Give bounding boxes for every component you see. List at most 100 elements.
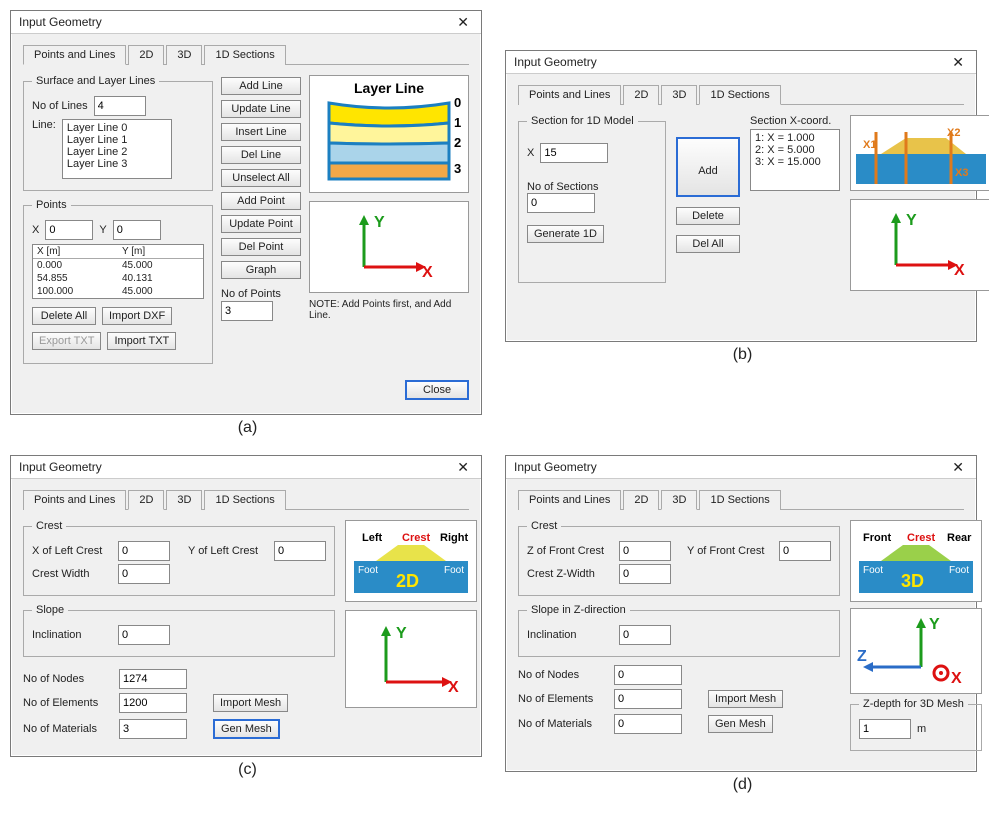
- no-of-points-input[interactable]: [221, 301, 273, 321]
- z-front-crest-label: Z of Front Crest: [527, 545, 613, 557]
- svg-text:Layer Line: Layer Line: [354, 80, 424, 96]
- gen-mesh-button[interactable]: Gen Mesh: [708, 715, 773, 733]
- gen-mesh-button[interactable]: Gen Mesh: [213, 719, 280, 739]
- svg-text:3D: 3D: [901, 571, 924, 591]
- section-illustration: X1 X2 X3: [850, 115, 989, 191]
- tab-1d-sections[interactable]: 1D Sections: [204, 490, 285, 510]
- y-front-crest-input[interactable]: [779, 541, 831, 561]
- nodes-input[interactable]: [614, 665, 682, 685]
- y-input[interactable]: [113, 220, 161, 240]
- section-1d-group: Section for 1D Model X No of Sections Ge…: [518, 115, 666, 283]
- line-label: Line:: [32, 119, 56, 131]
- svg-text:X: X: [954, 262, 965, 279]
- list-item[interactable]: Layer Line 0: [67, 122, 167, 134]
- close-button[interactable]: Close: [405, 380, 469, 400]
- tab-2d[interactable]: 2D: [128, 45, 164, 65]
- close-icon[interactable]: ✕: [453, 460, 473, 474]
- section-x-input[interactable]: [540, 143, 608, 163]
- import-txt-button[interactable]: Import TXT: [107, 332, 176, 350]
- no-of-lines-input[interactable]: [94, 96, 146, 116]
- elements-input[interactable]: [119, 693, 187, 713]
- graph-button[interactable]: Graph: [221, 261, 301, 279]
- zdepth-legend: Z-depth for 3D Mesh: [859, 698, 968, 710]
- titlebar: Input Geometry ✕: [11, 456, 481, 479]
- svg-text:X: X: [422, 264, 433, 281]
- z-front-crest-input[interactable]: [619, 541, 671, 561]
- svg-text:Right: Right: [440, 532, 468, 544]
- tab-1d-sections[interactable]: 1D Sections: [699, 85, 780, 105]
- tab-1d-sections[interactable]: 1D Sections: [204, 45, 285, 65]
- x-label: X: [527, 147, 534, 159]
- crest-zwidth-input[interactable]: [619, 564, 671, 584]
- update-line-button[interactable]: Update Line: [221, 100, 301, 118]
- close-icon[interactable]: ✕: [453, 15, 473, 29]
- svg-text:Foot: Foot: [949, 565, 969, 576]
- x-input[interactable]: [45, 220, 93, 240]
- tab-points-lines[interactable]: Points and Lines: [518, 85, 621, 105]
- svg-text:X3: X3: [955, 167, 968, 179]
- points-table[interactable]: X [m] Y [m] 0.00045.000 54.85540.131 100…: [32, 244, 204, 299]
- import-mesh-button[interactable]: Import Mesh: [213, 694, 288, 712]
- no-of-points-label: No of Points: [221, 288, 301, 300]
- delall-section-button[interactable]: Del All: [676, 235, 740, 253]
- export-txt-button[interactable]: Export TXT: [32, 332, 101, 350]
- tab-3d[interactable]: 3D: [166, 490, 202, 510]
- tab-points-lines[interactable]: Points and Lines: [23, 490, 126, 510]
- add-section-button[interactable]: Add: [676, 137, 740, 197]
- delete-all-button[interactable]: Delete All: [32, 307, 96, 325]
- close-icon[interactable]: ✕: [948, 55, 968, 69]
- note-text: NOTE: Add Points first, and Add Line.: [309, 299, 469, 321]
- inclination-input[interactable]: [118, 625, 170, 645]
- tab-2d[interactable]: 2D: [128, 490, 164, 510]
- tab-2d[interactable]: 2D: [623, 490, 659, 510]
- insert-line-button[interactable]: Insert Line: [221, 123, 301, 141]
- tab-2d[interactable]: 2D: [623, 85, 659, 105]
- add-line-button[interactable]: Add Line: [221, 77, 301, 95]
- nodes-input[interactable]: [119, 669, 187, 689]
- points-group: Points X Y X [m] Y [m] 0.00045.000 54.8: [23, 199, 213, 364]
- x-left-crest-input[interactable]: [118, 541, 170, 561]
- unselect-all-button[interactable]: Unselect All: [221, 169, 301, 187]
- zdepth-input[interactable]: [859, 719, 911, 739]
- list-item[interactable]: Layer Line 1: [67, 134, 167, 146]
- tab-points-lines[interactable]: Points and Lines: [518, 490, 621, 510]
- materials-input[interactable]: [614, 714, 682, 734]
- tab-1d-sections[interactable]: 1D Sections: [699, 490, 780, 510]
- section-1d-legend: Section for 1D Model: [527, 115, 638, 127]
- section-coord-title: Section X-coord.: [750, 115, 840, 127]
- crest-width-input[interactable]: [118, 564, 170, 584]
- x-left-crest-label: X of Left Crest: [32, 545, 112, 557]
- close-icon[interactable]: ✕: [948, 460, 968, 474]
- no-sections-input[interactable]: [527, 193, 595, 213]
- lines-listbox[interactable]: Layer Line 0 Layer Line 1 Layer Line 2 L…: [62, 119, 172, 179]
- del-line-button[interactable]: Del Line: [221, 146, 301, 164]
- y-left-crest-input[interactable]: [274, 541, 326, 561]
- tab-3d[interactable]: 3D: [166, 45, 202, 65]
- import-mesh-button[interactable]: Import Mesh: [708, 690, 783, 708]
- tab-3d[interactable]: 3D: [661, 85, 697, 105]
- materials-input[interactable]: [119, 719, 187, 739]
- delete-section-button[interactable]: Delete: [676, 207, 740, 225]
- add-point-button[interactable]: Add Point: [221, 192, 301, 210]
- xy-axes-icon: Y X: [309, 201, 469, 293]
- tab-bar: Points and Lines 2D 3D 1D Sections: [518, 84, 964, 105]
- svg-text:1: 1: [454, 115, 461, 130]
- list-item: 3: X = 15.000: [755, 156, 835, 168]
- section-coord-list[interactable]: 1: X = 1.000 2: X = 5.000 3: X = 15.000: [750, 129, 840, 191]
- elements-input[interactable]: [614, 689, 682, 709]
- update-point-button[interactable]: Update Point: [221, 215, 301, 233]
- list-item[interactable]: Layer Line 2: [67, 146, 167, 158]
- svg-text:Y: Y: [396, 625, 407, 642]
- import-dxf-button[interactable]: Import DXF: [102, 307, 172, 325]
- inclination-input[interactable]: [619, 625, 671, 645]
- xyz-axes-icon: Y Z X: [850, 608, 982, 694]
- list-item[interactable]: Layer Line 3: [67, 158, 167, 170]
- svg-text:X: X: [448, 679, 459, 696]
- tab-points-lines[interactable]: Points and Lines: [23, 45, 126, 65]
- slope-z-legend: Slope in Z-direction: [527, 604, 630, 616]
- dialog-d: Input Geometry ✕ Points and Lines 2D 3D …: [505, 455, 977, 772]
- del-point-button[interactable]: Del Point: [221, 238, 301, 256]
- tab-3d[interactable]: 3D: [661, 490, 697, 510]
- generate-1d-button[interactable]: Generate 1D: [527, 225, 604, 243]
- points-legend: Points: [32, 199, 71, 211]
